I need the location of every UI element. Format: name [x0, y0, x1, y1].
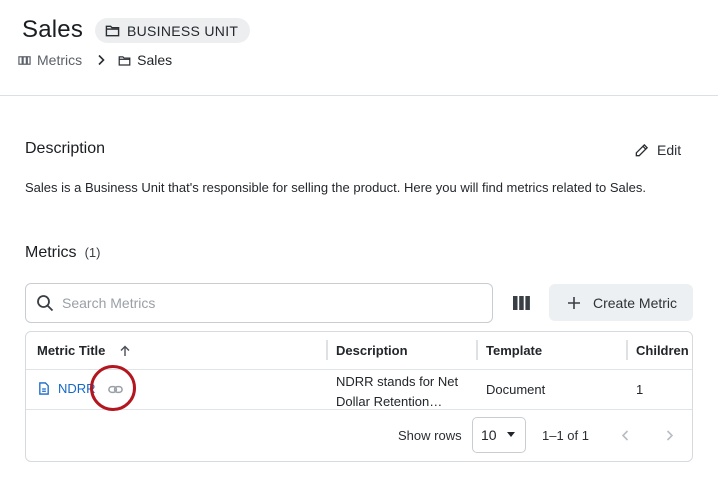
edit-button[interactable]: Edit — [628, 139, 687, 161]
next-page-button[interactable] — [657, 423, 681, 447]
column-header-template[interactable]: Template — [486, 343, 542, 358]
columns-icon — [512, 296, 530, 310]
chevron-left-icon — [621, 429, 628, 441]
column-resize-handle[interactable] — [326, 340, 328, 360]
search-input[interactable] — [62, 295, 462, 311]
document-icon — [39, 382, 49, 395]
description-line: Dollar Retention… — [336, 394, 443, 409]
rows-per-page-select[interactable]: 10 — [472, 417, 526, 453]
create-metric-label: Create Metric — [593, 294, 678, 311]
table-pagination: Show rows 10 1–1 of 1 — [26, 410, 692, 461]
rows-per-page-value: 10 — [481, 427, 497, 443]
description-text: Sales is a Business Unit that's responsi… — [25, 180, 646, 195]
metrics-table: Metric Title Description Template Childr… — [25, 331, 693, 462]
folder-icon — [118, 55, 131, 66]
breadcrumb-item-sales[interactable]: Sales — [118, 52, 172, 68]
metric-title: NDRR — [58, 381, 96, 396]
folder-icon — [105, 25, 120, 37]
chevron-right-icon — [666, 429, 673, 441]
metrics-heading: Metrics (1) — [25, 244, 100, 262]
plus-icon — [568, 296, 580, 309]
sort-ascending-icon[interactable] — [119, 345, 131, 357]
description-line: NDRR stands for Net — [336, 374, 459, 389]
caret-down-icon — [507, 432, 515, 437]
column-resize-handle[interactable] — [626, 340, 628, 360]
page-title: Sales — [22, 16, 84, 43]
page-header: Sales BUSINESS UNIT Metrics Sales — [0, 0, 718, 96]
breadcrumb-label: Sales — [137, 52, 173, 68]
metrics-icon — [18, 55, 31, 65]
description-heading: Description — [25, 140, 106, 157]
pagination-range: 1–1 of 1 — [542, 428, 589, 443]
column-resize-handle[interactable] — [476, 340, 478, 360]
metric-description: NDRR stands for Net Dollar Retention… — [336, 372, 476, 412]
metric-title-link[interactable]: NDRR — [38, 381, 96, 396]
edit-label: Edit — [657, 142, 682, 158]
breadcrumb: Metrics Sales — [18, 51, 172, 69]
copy-link-icon[interactable] — [104, 378, 126, 400]
previous-page-button[interactable] — [613, 423, 637, 447]
table-header: Metric Title Description Template Childr… — [26, 332, 692, 370]
badge-label: BUSINESS UNIT — [127, 22, 239, 39]
columns-button[interactable] — [508, 290, 534, 316]
pencil-icon — [635, 143, 649, 156]
search-field[interactable] — [25, 283, 493, 323]
metric-template: Document — [486, 382, 546, 397]
metric-children: 1 — [636, 382, 644, 397]
create-metric-button[interactable]: Create Metric — [549, 284, 693, 321]
search-icon — [37, 295, 54, 312]
column-header-label: Children — [636, 343, 689, 358]
column-header-label: Metric Title — [37, 343, 106, 358]
rows-per-page-label: Show rows — [398, 428, 462, 443]
metrics-heading-label: Metrics — [25, 244, 77, 261]
column-header-label: Description — [336, 343, 408, 358]
table-row[interactable]: NDRR NDRR stands for Net Dollar Retentio… — [26, 370, 692, 410]
metrics-count: (1) — [84, 245, 101, 260]
column-header-description[interactable]: Description — [336, 343, 408, 358]
breadcrumb-label: Metrics — [37, 52, 83, 68]
breadcrumb-item-metrics[interactable]: Metrics — [18, 52, 82, 68]
chevron-right-icon — [95, 54, 107, 66]
business-unit-badge: BUSINESS UNIT — [95, 18, 251, 43]
column-header-label: Template — [486, 343, 543, 358]
column-header-children[interactable]: Children — [636, 343, 689, 358]
column-header-metric-title[interactable]: Metric Title — [37, 343, 131, 358]
